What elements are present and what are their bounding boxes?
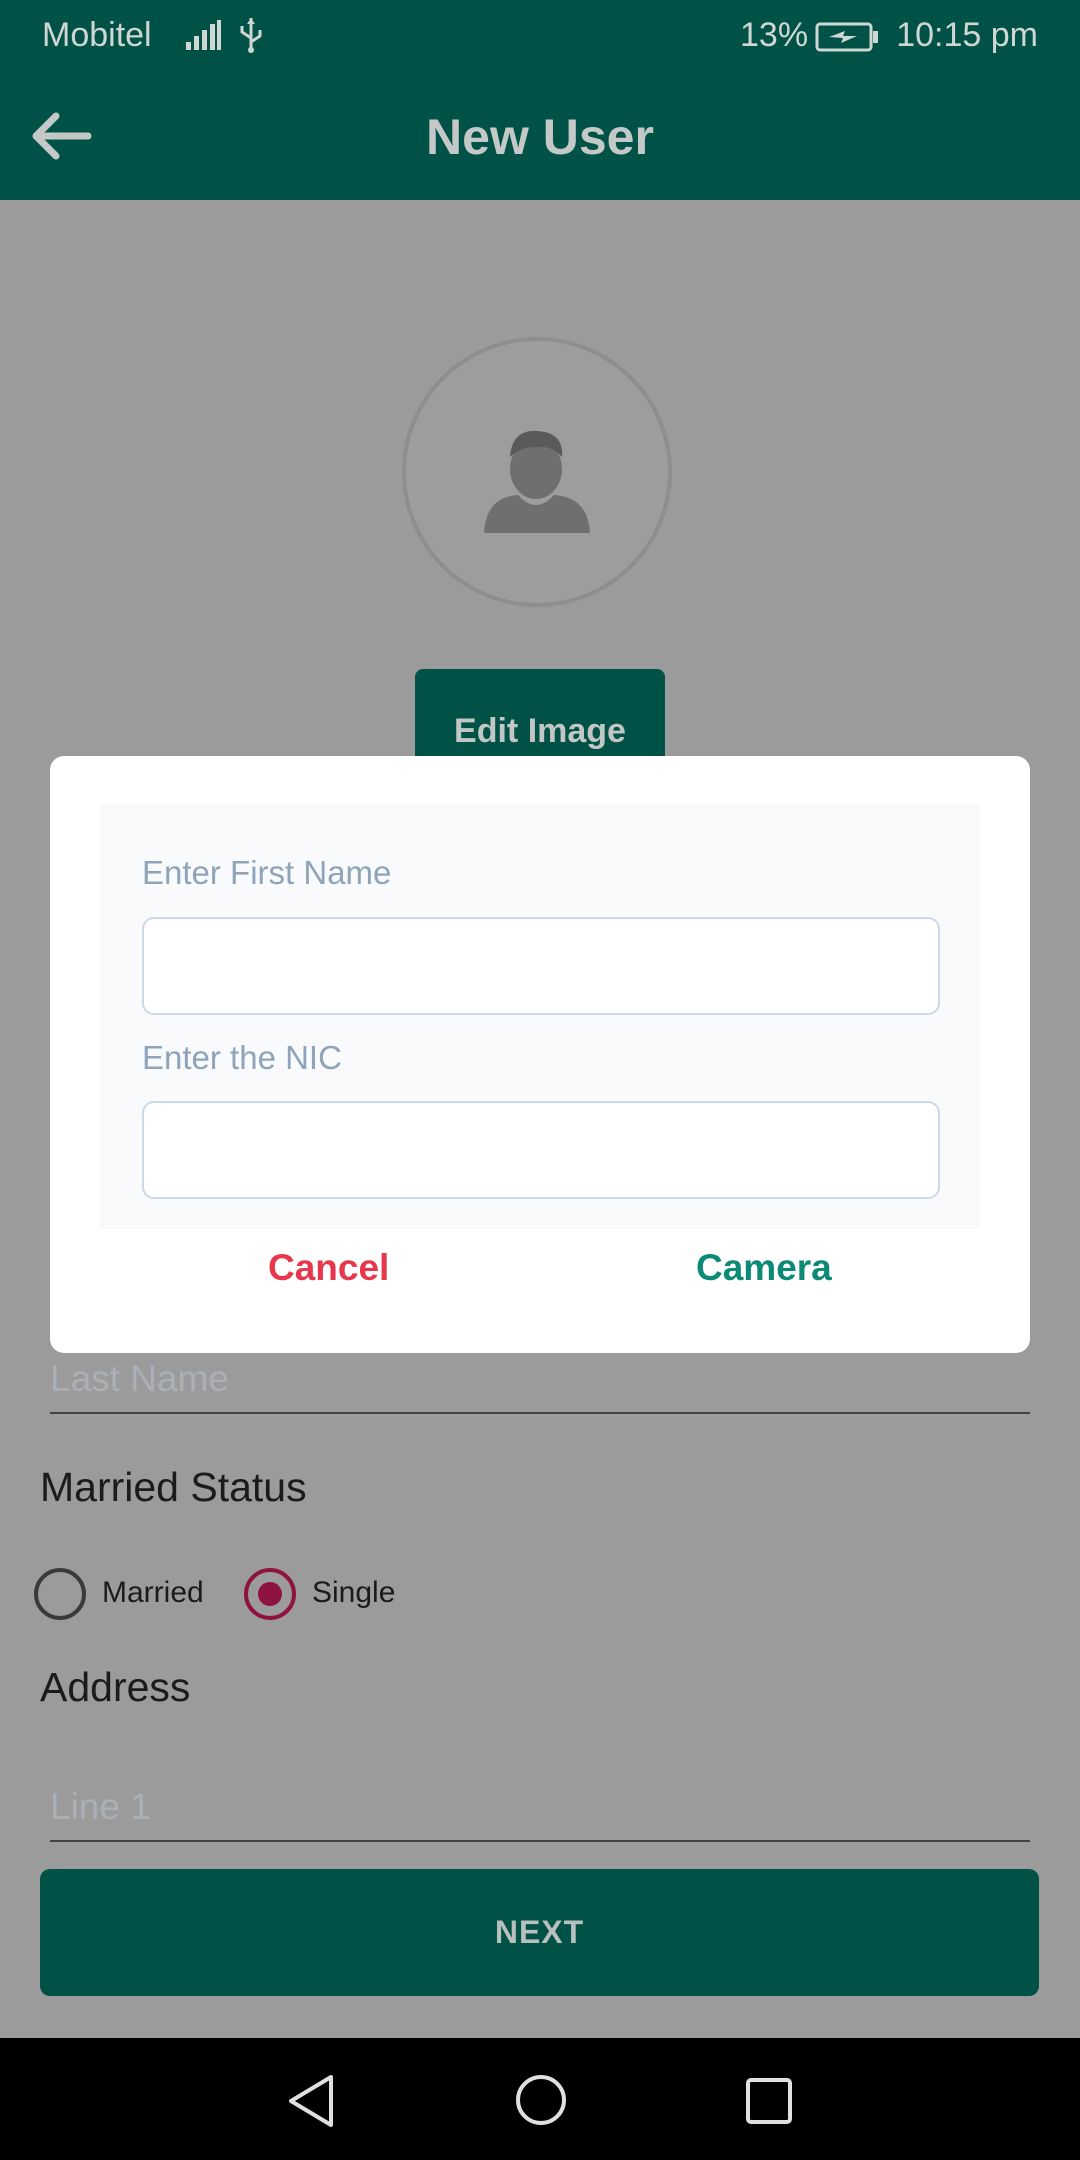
address-heading: Address: [40, 1664, 191, 1710]
nav-recents-icon[interactable]: [745, 2077, 793, 2130]
radio-single[interactable]: [244, 1568, 296, 1620]
usb-icon: [238, 16, 264, 63]
signal-icon: [186, 20, 222, 59]
clock: 10:15 pm: [896, 16, 1038, 54]
first-name-label: Enter First Name: [142, 854, 392, 891]
status-bar: Mobitel 13% 10:15 pm: [0, 0, 1080, 72]
carrier-label: Mobitel: [42, 16, 152, 54]
married-status-heading: Married Status: [40, 1464, 307, 1510]
dialog-form: Enter First Name Enter the NIC: [100, 804, 980, 1229]
nic-label: Enter the NIC: [142, 1039, 342, 1076]
page-title: New User: [426, 109, 654, 165]
last-name-field[interactable]: Last Name: [50, 1358, 229, 1400]
camera-button[interactable]: Camera: [690, 1246, 838, 1290]
avatar[interactable]: [402, 337, 672, 607]
radio-married-label[interactable]: Married: [102, 1576, 204, 1610]
cancel-button[interactable]: Cancel: [262, 1246, 395, 1290]
radio-married[interactable]: [34, 1568, 86, 1620]
next-button[interactable]: NEXT: [40, 1869, 1039, 1996]
edit-image-button[interactable]: Edit Image: [415, 669, 665, 769]
first-name-input[interactable]: [142, 917, 940, 1015]
battery-charging-icon: [815, 22, 879, 61]
radio-single-label[interactable]: Single: [312, 1576, 395, 1610]
navigation-bar: [0, 2038, 1080, 2160]
new-user-dialog: Enter First Name Enter the NIC Cancel Ca…: [50, 756, 1030, 1353]
nav-home-icon[interactable]: [514, 2073, 568, 2132]
battery-percent: 13%: [740, 16, 809, 54]
last-name-underline: [50, 1412, 1030, 1414]
radio-selected-dot: [258, 1582, 282, 1606]
address-line1-field[interactable]: Line 1: [50, 1786, 151, 1828]
address-line1-underline: [50, 1840, 1030, 1842]
nav-back-icon[interactable]: [285, 2073, 337, 2134]
app-bar: New User: [0, 72, 1080, 200]
nic-input[interactable]: [142, 1101, 940, 1199]
person-placeholder-icon: [476, 411, 598, 538]
